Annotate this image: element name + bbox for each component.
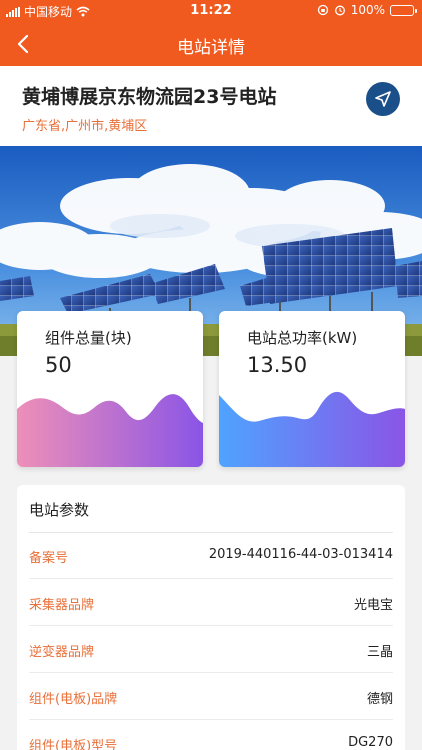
status-bar: 中国移动 11:22 100% [0, 0, 422, 22]
station-header: 黄埔博展京东物流园23号电站 广东省,广州市,黄埔区 [0, 66, 422, 146]
navigate-button[interactable] [366, 82, 400, 116]
param-value: 光电宝 [353, 598, 393, 613]
battery-icon [390, 4, 417, 16]
stat-label: 电站总功率(kW) [247, 329, 358, 347]
param-key: 逆变器品牌 [29, 645, 95, 660]
param-key: 组件(电板)品牌 [29, 692, 118, 707]
param-row-module-brand: 组件(电板)品牌 德钢 [29, 673, 393, 720]
alarm-icon [334, 5, 345, 16]
station-name: 黄埔博展京东物流园23号电站 [22, 86, 277, 108]
param-key: 采集器品牌 [29, 598, 95, 613]
stat-card-modules: 组件总量(块) 50 [17, 311, 203, 467]
page-title: 电站详情 [177, 38, 245, 58]
stat-label: 组件总量(块) [45, 329, 132, 347]
stat-wave-decoration [17, 394, 203, 467]
battery-percent: 100% [350, 3, 385, 17]
param-key: 备案号 [29, 551, 69, 566]
param-row-inverter-brand: 逆变器品牌 三晶 [29, 626, 393, 673]
stat-value: 50 [45, 353, 72, 377]
nav-bar: 电站详情 [0, 22, 422, 66]
params-title: 电站参数 [29, 501, 90, 519]
param-key: 组件(电板)型号 [29, 739, 118, 750]
param-row-collector-brand: 采集器品牌 光电宝 [29, 579, 393, 626]
param-row-filing-number: 备案号 2019-440116-44-03-013414 [29, 532, 393, 579]
status-right: 100% [317, 3, 417, 17]
navigation-arrow-icon [375, 91, 391, 107]
rotation-lock-icon [317, 4, 328, 16]
station-address: 广东省,广州市,黄埔区 [22, 119, 148, 134]
param-value: DG270 [348, 735, 393, 750]
param-value: 德钢 [366, 692, 393, 707]
stat-wave-decoration [219, 391, 405, 467]
station-params-card: 电站参数 备案号 2019-440116-44-03-013414 采集器品牌 … [17, 485, 405, 750]
stat-value: 13.50 [247, 353, 308, 377]
param-row-module-model: 组件(电板)型号 DG270 [29, 720, 393, 750]
param-value: 2019-440116-44-03-013414 [208, 547, 393, 562]
stat-card-power: 电站总功率(kW) 13.50 [219, 311, 405, 467]
param-value: 三晶 [366, 645, 393, 660]
